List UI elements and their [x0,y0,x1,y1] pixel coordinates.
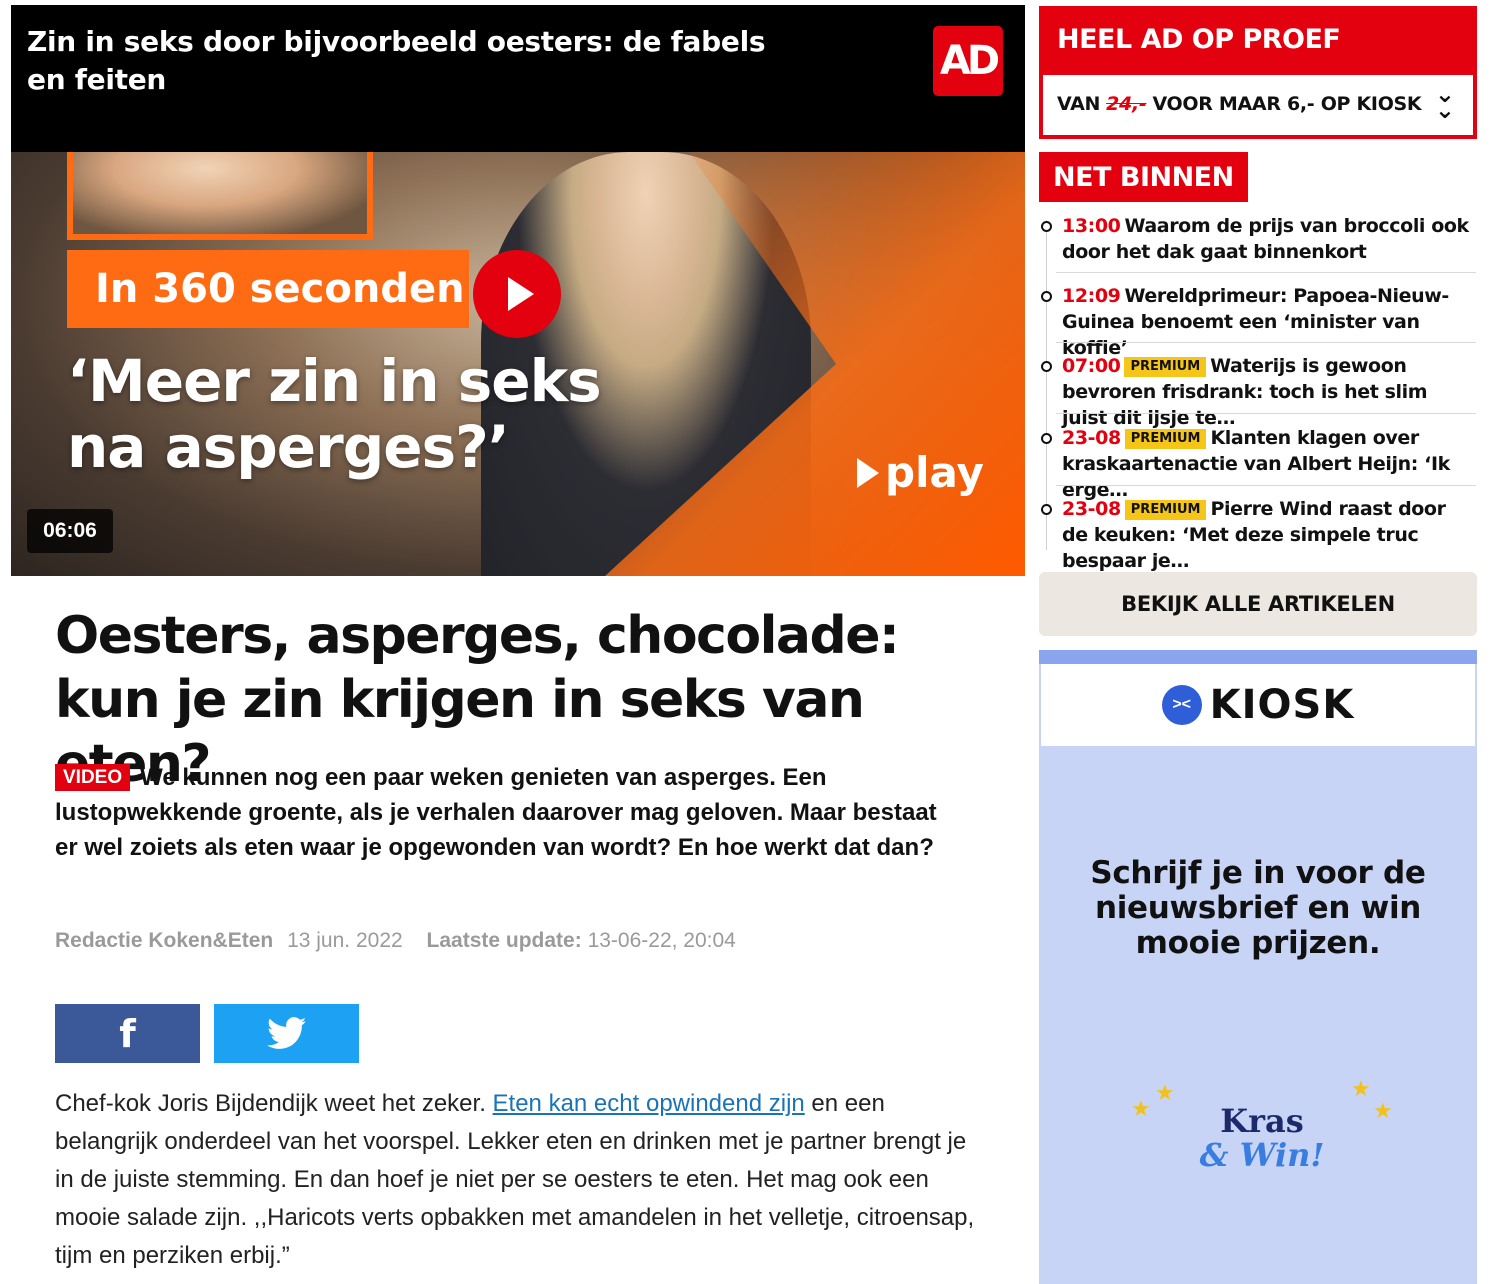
news-item[interactable]: 12:09 Wereldprimeur: Papoea-Nieuw-Guinea … [1041,283,1476,361]
byline: Redactie Koken&Eten 13 jun. 2022 Laatste… [55,929,752,953]
star-icon: ★ [1131,1096,1151,1121]
star-icon: ★ [1155,1080,1175,1105]
news-time: 12:09 [1062,285,1121,307]
news-time: 23-08 [1062,427,1121,449]
news-item[interactable]: 13:00 Waarom de prijs van broccoli ook do… [1041,213,1476,265]
video-quote-line2: na asperges?’ [67,413,510,481]
facebook-share-button[interactable]: f [55,1004,200,1063]
video-quote: ‘Meer zin in seks na asperges?’ [67,347,602,481]
timeline-dot-icon [1041,361,1052,372]
star-icon: ★ [1351,1076,1371,1101]
kiosk-ad-text: Schrijf je in voor de nieuwsbrief en win… [1090,855,1426,961]
timeline-dot-icon [1041,291,1052,302]
article-intro: VIDEO We kunnen nog een paar weken geniet… [55,760,955,865]
video-header: Zin in seks door bijvoorbeeld oesters: d… [11,5,1025,152]
play-brand-logo: play [857,448,984,497]
news-time: 13:00 [1062,215,1121,237]
kiosk-header: >< KIOSK [1041,664,1475,746]
article-body-link[interactable]: Eten kan echt opwindend zijn [493,1090,805,1117]
timeline-dot-icon [1041,221,1052,232]
kras-win-line2: & Win! [1199,1136,1325,1174]
video-duration: 06:06 [27,509,113,553]
byline-date: 13 jun. 2022 [287,929,403,952]
play-icon[interactable] [473,250,561,338]
timeline-line [1046,220,1047,550]
kras-win-logo: ★ ★ ★ ★ Kras & Win! [1131,1076,1393,1184]
play-triangle-icon [857,457,879,488]
divider [1056,272,1476,273]
article-body-part1: Chef-kok Joris Bijdendijk weet het zeker… [55,1090,493,1117]
twitter-share-button[interactable] [214,1004,359,1063]
video-badge: In 360 seconden [67,250,469,328]
divider [1056,413,1476,414]
play-brand-text: play [885,448,984,497]
kras-win-line1: Kras [1220,1102,1304,1140]
promo-offer-box[interactable]: VAN 24,- VOOR MAAR 6,- OP KIOSK ⌄ ⌄ [1043,75,1473,135]
premium-badge: PREMIUM [1124,429,1207,449]
video-label: VIDEO [55,764,131,791]
twitter-icon [266,1017,306,1049]
news-time: 07:00 [1062,355,1121,377]
kiosk-brand: KIOSK [1209,682,1355,728]
presenter-inset [67,152,373,240]
facebook-icon: f [119,1011,136,1056]
promo-title: HEEL AD OP PROEF [1057,24,1341,55]
news-title: Wereldprimeur: Papoea-Nieuw-Guinea benoe… [1062,285,1449,359]
promo-old-price: 24,- [1106,93,1147,115]
news-item[interactable]: 23-08 PREMIUM Klanten klagen over kraskaar… [1041,425,1476,503]
net-binnen-title: NET BINNEN [1039,152,1248,202]
kiosk-logo-icon: >< [1161,685,1202,725]
chevron-down-icon[interactable]: ⌄ ⌄ [1435,83,1455,123]
divider [1056,485,1476,486]
video-player[interactable]: In 360 seconden ‘Meer zin in seks na asp… [11,5,1025,576]
divider [1056,342,1476,343]
video-quote-line1: ‘Meer zin in seks [67,347,602,415]
view-all-articles-button[interactable]: BEKIJK ALLE ARTIKELEN [1039,572,1477,636]
article-intro-text: We kunnen nog een paar weken genieten va… [55,764,937,861]
byline-update: Laatste update: 13-06-22, 20:04 [426,929,736,952]
news-title: Waarom de prijs van broccoli ook door he… [1062,215,1469,263]
premium-badge: PREMIUM [1124,357,1207,377]
news-item[interactable]: 23-08 PREMIUM Pierre Wind raast door de ke… [1041,496,1476,574]
video-title[interactable]: Zin in seks door bijvoorbeeld oesters: d… [27,23,787,99]
timeline-dot-icon [1041,433,1052,444]
news-item[interactable]: 07:00 PREMIUM Waterijs is gewoon bevroren … [1041,353,1476,431]
ad-logo[interactable]: AD [933,26,1003,96]
byline-author: Redactie Koken&Eten [55,929,274,952]
article-body: Chef-kok Joris Bijdendijk weet het zeker… [55,1085,975,1275]
news-time: 23-08 [1062,498,1121,520]
star-icon: ★ [1373,1098,1393,1123]
premium-badge: PREMIUM [1124,500,1207,520]
timeline-dot-icon [1041,504,1052,515]
kiosk-ad[interactable]: >< KIOSK Schrijf je in voor de nieuwsbri… [1039,650,1477,1284]
video-thumbnail[interactable]: In 360 seconden ‘Meer zin in seks na asp… [11,152,1025,576]
subscription-promo[interactable]: HEEL AD OP PROEF VAN 24,- VOOR MAAR 6,- OP… [1039,6,1477,139]
promo-offer-text: VAN 24,- VOOR MAAR 6,- OP KIOSK [1057,93,1422,115]
